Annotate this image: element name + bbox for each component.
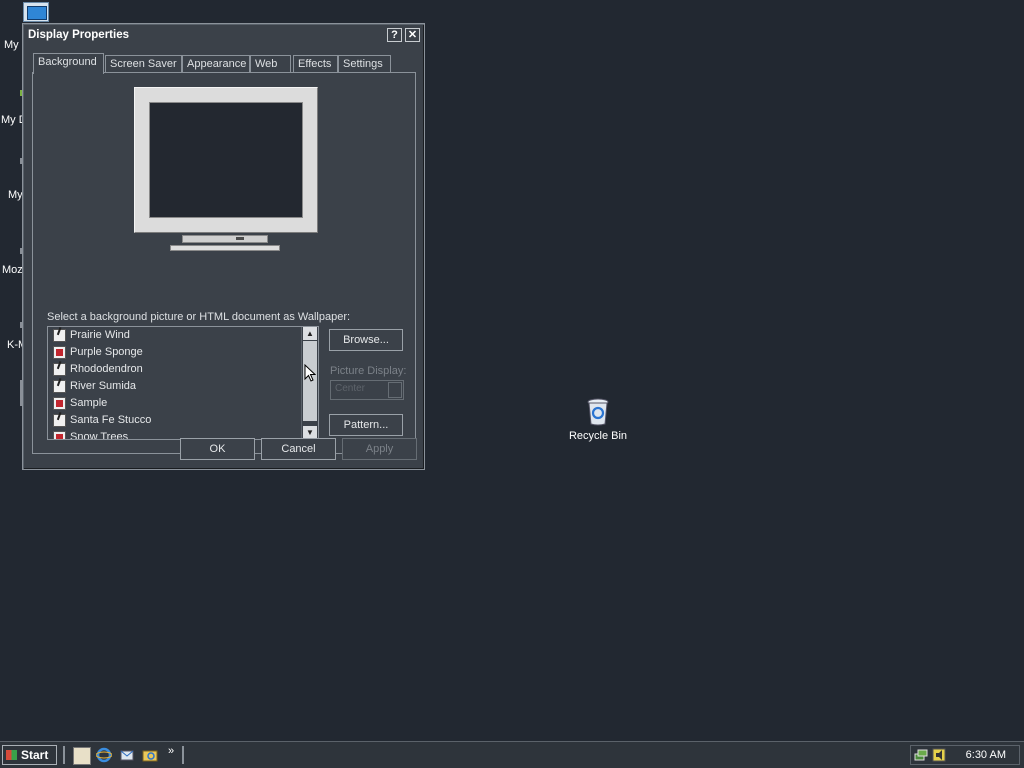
volume-icon[interactable] bbox=[932, 748, 946, 762]
wallpaper-prompt: Select a background picture or HTML docu… bbox=[47, 311, 351, 323]
list-item[interactable]: Santa Fe Stucco bbox=[52, 412, 151, 429]
clock[interactable]: 6:30 AM bbox=[966, 749, 1006, 761]
background-tab-panel: Select a background picture or HTML docu… bbox=[32, 72, 416, 454]
picture-icon bbox=[53, 431, 66, 439]
monitor-stand bbox=[182, 235, 268, 243]
tab-background[interactable]: Background bbox=[33, 53, 104, 74]
wallpaper-list[interactable]: Prairie Wind Purple Sponge Rhododendron … bbox=[47, 326, 319, 440]
pattern-button[interactable]: Pattern... bbox=[329, 414, 403, 436]
picture-icon bbox=[53, 346, 66, 359]
desktop-icon-mozilla[interactable]: Moz bbox=[2, 264, 23, 276]
window-title: Display Properties bbox=[28, 29, 129, 41]
cancel-button[interactable]: Cancel bbox=[261, 438, 336, 460]
windows-logo-icon bbox=[6, 750, 17, 760]
monitor-screen bbox=[149, 102, 303, 218]
list-item-label: Purple Sponge bbox=[70, 346, 143, 358]
list-item-label: Rhododendron bbox=[70, 363, 143, 375]
desktop-icon-my-documents[interactable]: My bbox=[4, 39, 19, 51]
taskbar-separator bbox=[182, 746, 184, 764]
network-icon[interactable] bbox=[914, 748, 928, 762]
explorer-folder-icon[interactable] bbox=[142, 747, 158, 763]
monitor-case bbox=[134, 87, 318, 233]
palm-icon bbox=[53, 363, 66, 376]
list-item-label: Prairie Wind bbox=[70, 329, 130, 341]
picture-display-select: Center bbox=[330, 380, 404, 400]
list-item[interactable]: Snow Trees bbox=[52, 429, 151, 440]
title-bar[interactable]: Display Properties ? ✕ bbox=[25, 26, 422, 45]
tab-effects[interactable]: Effects bbox=[293, 55, 338, 73]
list-item-label: Sample bbox=[70, 397, 108, 409]
picture-display-value: Center bbox=[335, 383, 366, 394]
list-item[interactable]: River Sumida bbox=[52, 378, 151, 395]
ok-button[interactable]: OK bbox=[180, 438, 255, 460]
list-item[interactable]: Sample bbox=[52, 395, 151, 412]
palm-icon bbox=[53, 380, 66, 393]
picture-icon bbox=[53, 397, 66, 410]
wallpaper-items: Prairie Wind Purple Sponge Rhododendron … bbox=[52, 327, 151, 440]
list-item-label: River Sumida bbox=[70, 380, 137, 392]
palm-icon bbox=[53, 414, 66, 427]
tab-web[interactable]: Web bbox=[250, 55, 291, 73]
list-item-label: Snow Trees bbox=[70, 431, 129, 440]
outlook-express-icon[interactable] bbox=[119, 747, 135, 763]
show-desktop-icon[interactable] bbox=[73, 747, 91, 765]
tab-settings[interactable]: Settings bbox=[338, 55, 391, 73]
list-item[interactable]: Prairie Wind bbox=[52, 327, 151, 344]
list-item[interactable]: Purple Sponge bbox=[52, 344, 151, 361]
taskbar: Start » 6:30 AM bbox=[0, 741, 1024, 768]
start-label: Start bbox=[21, 748, 49, 762]
monitor-led bbox=[236, 237, 244, 240]
picture-display-label: Picture Display: bbox=[330, 365, 407, 377]
scroll-up-icon[interactable]: ▲ bbox=[303, 327, 317, 340]
list-item-label: Santa Fe Stucco bbox=[70, 414, 152, 426]
apply-button[interactable]: Apply bbox=[342, 438, 417, 460]
internet-explorer-icon[interactable] bbox=[95, 747, 113, 763]
palm-icon bbox=[53, 329, 66, 342]
recycle-bin-label: Recycle Bin bbox=[568, 430, 628, 442]
recycle-bin-icon bbox=[587, 398, 609, 426]
display-properties-window: Display Properties ? ✕ Background Screen… bbox=[22, 23, 425, 470]
desktop-icon-my-network[interactable]: My bbox=[8, 189, 23, 201]
chevron-down-icon bbox=[388, 382, 402, 398]
quick-launch-chevron[interactable]: » bbox=[168, 745, 174, 757]
tab-screen-saver[interactable]: Screen Saver bbox=[105, 55, 182, 73]
help-button[interactable]: ? bbox=[387, 28, 402, 42]
start-button[interactable]: Start bbox=[2, 745, 57, 765]
monitor-base bbox=[170, 245, 280, 251]
mouse-cursor-icon bbox=[304, 364, 316, 382]
recycle-bin[interactable]: Recycle Bin bbox=[562, 398, 634, 442]
taskbar-separator bbox=[63, 746, 65, 764]
list-item[interactable]: Rhododendron bbox=[52, 361, 151, 378]
browse-button[interactable]: Browse... bbox=[329, 329, 403, 351]
tab-appearance[interactable]: Appearance bbox=[182, 55, 250, 73]
close-button[interactable]: ✕ bbox=[405, 28, 420, 42]
display-monitor-icon[interactable] bbox=[23, 2, 49, 22]
monitor-preview bbox=[134, 87, 318, 251]
